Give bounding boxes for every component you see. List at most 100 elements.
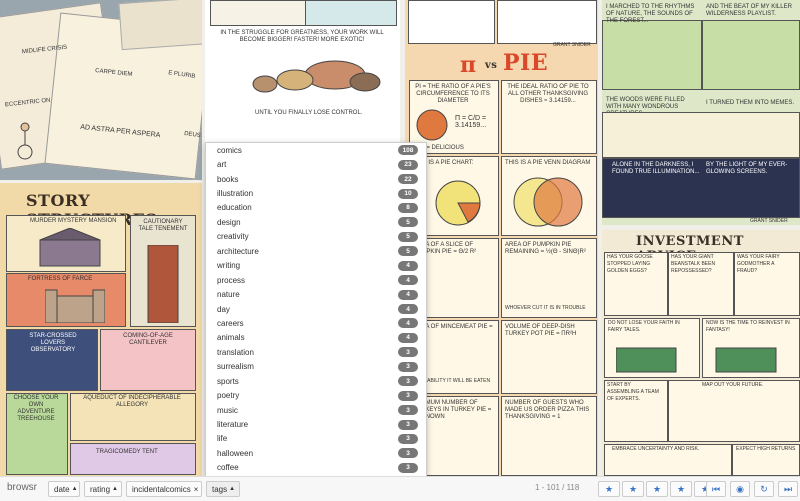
tag-option[interactable]: illustration 10 [206, 186, 426, 200]
rating-star-4-button[interactable]: ★ [670, 481, 692, 497]
tag-count-badge: 3 [398, 361, 418, 372]
tag-option[interactable]: comics 108 [206, 143, 426, 157]
comic-thumbnail-pi-vs-pie[interactable]: GRANT SNIDER π vs PIE PI = THE RATIO OF … [405, 0, 598, 476]
tag-count-badge: 3 [398, 448, 418, 459]
caption: FORTRESS OF FARCE [28, 276, 93, 282]
tag-count-badge: 5 [398, 246, 418, 257]
view-toggle-button[interactable]: ◉ [730, 481, 750, 497]
tag-option-label: halloween [217, 448, 254, 458]
tag-option-label: education [217, 203, 252, 213]
tag-option[interactable]: life 3 [206, 432, 426, 446]
rating-star-3-button[interactable]: ★ [646, 481, 668, 497]
tag-option[interactable]: process 4 [206, 273, 426, 287]
tag-option-label: translation [217, 347, 254, 357]
tag-count-badge: 5 [398, 217, 418, 228]
tag-option[interactable]: poetry 3 [206, 388, 426, 402]
comic-thumbnail-investment-advice[interactable]: INVESTMENT ADVICE HAS YOUR GOOSE STOPPED… [602, 230, 800, 476]
remove-filter-icon[interactable]: × [194, 485, 199, 494]
tag-option[interactable]: day 4 [206, 302, 426, 316]
comic-thumbnail-mottos[interactable]: MIDLIFE CRISIS CARPE DIEM E PLURIB ECCEN… [0, 0, 202, 180]
rating-star-1-button[interactable]: ★ [598, 481, 620, 497]
caption: CAUTIONARY TALE TENEMENT [138, 219, 188, 232]
caption: THE IDEAL RATIO OF PIE TO ALL OTHER THAN… [507, 84, 589, 104]
bottom-toolbar: browsr date ▲ rating ▲ incidentalcomics … [0, 476, 800, 501]
star-icon: ★ [676, 483, 686, 494]
tag-option-label: books [217, 174, 239, 184]
tag-option[interactable]: books 22 [206, 172, 426, 186]
tag-option-label: coffee [217, 463, 239, 473]
mansion-drawing [39, 228, 101, 267]
fortress-drawing [45, 289, 105, 323]
rating-star-2-button[interactable]: ★ [622, 481, 644, 497]
tags-filter-button[interactable]: tags ▲ [206, 481, 240, 497]
caption: TRAGICOMEDY TENT [96, 449, 158, 455]
tag-count-badge: 22 [398, 174, 418, 185]
tag-count-badge: 4 [398, 332, 418, 343]
tag-option[interactable]: translation 3 [206, 345, 426, 359]
comic-thumbnail-story-structures[interactable]: STORY STRUCTURES MURDER MYSTERY MANSION … [0, 183, 202, 476]
comic-thumbnail-forest[interactable]: I MARCHED TO THE RHYTHMS OF NATURE, THE … [602, 0, 800, 225]
comic-title-vs: vs [485, 60, 498, 71]
tag-option-label: nature [217, 290, 240, 300]
tag-count-badge: 3 [398, 376, 418, 387]
comic-thumbnail-greatness[interactable]: IN THE STRUGGLE FOR GREATNESS, YOUR WORK… [205, 0, 400, 142]
last-page-button[interactable]: ⏭ [778, 481, 798, 497]
sort-up-icon: ▲ [112, 486, 118, 492]
caption: AQUEDUCT OF INDECIPHERABLE ALLEGORY [83, 395, 181, 408]
pie-slice-drawing [416, 109, 448, 141]
caption: STAR-CROSSED LOVERS OBSERVATORY [29, 333, 77, 353]
caption: HAS YOUR GOOSE STOPPED LAYING GOLDEN EGG… [607, 254, 653, 274]
tag-option[interactable]: sports 3 [206, 374, 426, 388]
tag-count-badge: 3 [398, 347, 418, 358]
tag-count-badge: 4 [398, 275, 418, 286]
date-sort-label: date [54, 484, 70, 494]
tag-option[interactable]: art 23 [206, 157, 426, 171]
rating-sort-button[interactable]: rating ▲ [84, 481, 122, 497]
caption: EXPECT HIGH RETURNS [736, 446, 796, 452]
tag-count-badge: 5 [398, 231, 418, 242]
caption: ALONE IN THE DARKNESS, I FOUND TRUE ILLU… [612, 162, 700, 175]
star-icon: ★ [652, 483, 662, 494]
tag-option-label: creativity [217, 232, 249, 242]
caption: VOLUME OF DEEP-DISH TURKEY POT PIE = πr²… [505, 324, 577, 337]
tag-option[interactable]: surrealism 3 [206, 360, 426, 374]
caption: IN THE STRUGGLE FOR GREATNESS, YOUR WORK… [220, 30, 384, 43]
tag-option-label: life [217, 434, 228, 444]
star-icon: ★ [628, 483, 638, 494]
tag-option[interactable]: education 8 [206, 201, 426, 215]
tag-option[interactable]: nature 4 [206, 287, 426, 301]
comic-author: GRANT SNIDER [750, 218, 788, 224]
tag-option-label: writing [217, 261, 241, 271]
tags-dropdown[interactable]: comics 108 art 23 books 22 illustration 10 educa… [205, 142, 427, 478]
caption: UNTIL YOU FINALLY LOSE CONTROL. [255, 110, 363, 116]
tag-option[interactable]: literature 3 [206, 417, 426, 431]
tag-option[interactable]: halloween 3 [206, 446, 426, 460]
refresh-button[interactable]: ↻ [754, 481, 774, 497]
caption: START BY ASSEMBLING A TEAM OF EXPERTS. [607, 382, 659, 402]
caption: WAS YOUR FAIRY GODMOTHER A FRAUD? [737, 254, 780, 274]
tag-option[interactable]: animals 4 [206, 331, 426, 345]
tag-count-badge: 10 [398, 188, 418, 199]
tag-option-label: careers [217, 318, 244, 328]
tag-count-badge: 3 [398, 405, 418, 416]
caption: CHOOSE YOUR OWN ADVENTURE TREEHOUSE [13, 395, 59, 422]
tags-filter-label: tags [212, 484, 228, 494]
star-icon: ★ [604, 483, 614, 494]
caption: I MARCHED TO THE RHYTHMS OF NATURE, THE … [606, 4, 695, 24]
tag-option[interactable]: music 3 [206, 403, 426, 417]
tag-option[interactable]: writing 4 [206, 259, 426, 273]
tag-option[interactable]: careers 4 [206, 316, 426, 330]
tag-option[interactable]: creativity 5 [206, 230, 426, 244]
tag-option[interactable]: coffee 3 [206, 461, 426, 475]
tags-list: comics 108 art 23 books 22 illustration 10 educa… [206, 143, 426, 475]
first-page-button[interactable]: ⏮ [706, 481, 726, 497]
tag-option[interactable]: design 5 [206, 215, 426, 229]
date-sort-button[interactable]: date ▲ [48, 481, 80, 497]
tag-count-badge: 4 [398, 304, 418, 315]
refresh-icon: ↻ [760, 483, 768, 494]
caption: COMING-OF-AGE CANTILEVER [123, 333, 173, 346]
caption: HAS YOUR GIANT BEANSTALK BEEN REPOSSESSE… [671, 254, 716, 274]
tag-option[interactable]: architecture 5 [206, 244, 426, 258]
caption: MURDER MYSTERY MANSION [30, 218, 117, 224]
site-filter-chip[interactable]: incidentalcomics × [126, 481, 202, 497]
